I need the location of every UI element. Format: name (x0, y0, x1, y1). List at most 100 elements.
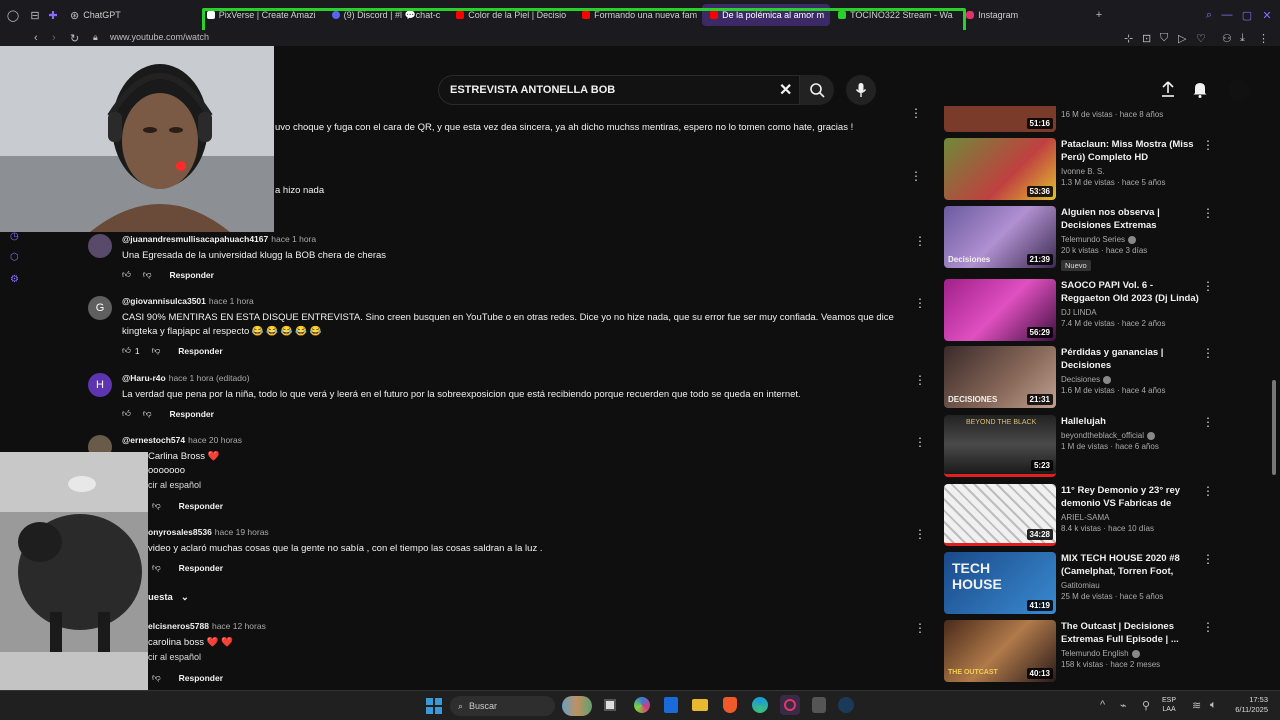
network-icon[interactable]: ⌁ (1120, 699, 1127, 712)
video-thumbnail[interactable]: DECISIONES 21:31 (944, 346, 1056, 408)
heart-icon[interactable]: ♡ (1196, 32, 1206, 45)
comment-author[interactable]: onyrosales8536 (148, 527, 212, 537)
sidebar-extensions-icon[interactable]: ⬡ (10, 252, 19, 263)
dislike-icon[interactable]: 👎︎ (152, 500, 161, 511)
workspaces-icon[interactable]: ⊟ (26, 9, 44, 22)
close-window-icon[interactable]: ✕ (1258, 9, 1276, 22)
sidebar-settings-icon[interactable]: ⚙ (10, 274, 19, 285)
tab-chatgpt[interactable]: ⊛ ChatGPT (62, 4, 129, 26)
comment-author[interactable]: @juanandresmullisacapahuach4167 (122, 234, 268, 244)
video-channel[interactable]: Decisiones (1061, 375, 1201, 384)
more-actions-icon[interactable]: ⋮ (914, 373, 926, 387)
browser-logo-icon[interactable]: ◯ (0, 9, 26, 22)
notifications-button[interactable] (1192, 81, 1208, 103)
comment-time[interactable]: hace 1 hora (271, 234, 316, 244)
steam-icon[interactable] (838, 697, 854, 713)
comment-time[interactable]: hace 1 hora (209, 296, 254, 306)
recommended-video[interactable]: 56:29 SAOCO PAPI Vol. 6 - Reggaeton Old … (944, 279, 1219, 341)
more-actions-icon[interactable]: ⋮ (1202, 346, 1214, 360)
menu-icon[interactable]: ⋮ (1258, 32, 1269, 45)
task-view-icon[interactable] (604, 699, 616, 711)
comment-time[interactable]: hace 19 horas (215, 527, 269, 537)
video-thumbnail[interactable]: 53:36 (944, 138, 1056, 200)
windows-start-icon[interactable] (426, 698, 442, 714)
video-thumbnail[interactable]: BEYOND THE BLACK 5:23 (944, 415, 1056, 477)
dislike-icon[interactable]: 👎︎ (152, 345, 161, 356)
replies-toggle[interactable]: uesta ⌄ (148, 592, 189, 603)
video-thumbnail[interactable]: TECH HOUSE 41:19 (944, 552, 1056, 614)
comment-avatar[interactable]: G (88, 296, 112, 320)
taskbar-search[interactable]: ⌕ Buscar (450, 696, 555, 716)
dislike-icon[interactable]: 👎︎ (152, 562, 161, 573)
recommended-video[interactable]: 34:28 11° Rey Demonio y 23° rey demonio … (944, 484, 1219, 546)
like-icon[interactable]: 👍︎ (122, 345, 131, 356)
more-actions-icon[interactable]: ⋮ (914, 527, 926, 541)
opera-gx-icon[interactable] (780, 695, 800, 715)
comment-time[interactable]: hace 20 horas (188, 435, 242, 445)
recommended-video[interactable]: Decisiones 21:39 Alguien nos observa | De… (944, 206, 1219, 271)
translate-link[interactable]: cir al español (122, 650, 912, 664)
translate-link[interactable]: cir al español (122, 478, 912, 492)
more-actions-icon[interactable]: ⋮ (910, 106, 922, 120)
copilot-icon[interactable] (634, 697, 650, 713)
more-actions-icon[interactable]: ⋮ (1202, 279, 1214, 293)
video-title[interactable]: 11° Rey Demonio y 23° rey demonio VS Fab… (1061, 484, 1201, 510)
chevron-up-icon[interactable]: ^ (1100, 699, 1105, 711)
comment-time[interactable]: hace 1 hora (editado) (169, 373, 250, 383)
recommended-video[interactable]: THE OUTCAST 40:13 The Outcast | Decisione… (944, 620, 1219, 682)
more-actions-icon[interactable]: ⋮ (914, 621, 926, 635)
video-title[interactable]: Hallelujah (1061, 415, 1201, 428)
edge-icon[interactable] (752, 697, 768, 713)
video-title[interactable]: MIX TECH HOUSE 2020 #8 (Camelphat, Torre… (1061, 552, 1201, 578)
account-icon[interactable]: ⚇ (1222, 32, 1232, 45)
wifi-icon[interactable]: ≋ (1192, 699, 1201, 712)
comment-author[interactable]: elcisneros5788 (148, 621, 209, 631)
back-icon[interactable]: ‹ (34, 32, 38, 44)
minimize-icon[interactable]: — (1218, 9, 1236, 21)
search-tabs-icon[interactable]: ⌕ (1200, 9, 1218, 22)
video-thumbnail[interactable]: THE OUTCAST 40:13 (944, 620, 1056, 682)
comment-avatar[interactable]: H (88, 373, 112, 397)
more-actions-icon[interactable]: ⋮ (1202, 206, 1214, 220)
reply-button[interactable]: Responder (179, 673, 223, 683)
video-thumbnail[interactable]: 34:28 (944, 484, 1056, 546)
shield-icon[interactable]: ⛉ (1160, 32, 1168, 45)
tab-pixverse[interactable]: PixVerse | Create Amazi (199, 4, 324, 26)
reload-icon[interactable]: ↻ (70, 32, 79, 45)
file-explorer-icon[interactable] (692, 699, 708, 711)
forward-icon[interactable]: › (52, 32, 56, 44)
search-button[interactable] (800, 75, 834, 105)
more-actions-icon[interactable]: ⋮ (1202, 138, 1214, 152)
like-icon[interactable]: 👍︎ (122, 408, 131, 419)
comment-author[interactable]: @giovannisulca3501 (122, 296, 206, 306)
video-title[interactable]: Alguien nos observa | Decisiones Extrema… (1061, 206, 1201, 232)
video-title[interactable]: Pataclaun: Miss Mostra (Miss Perú) Compl… (1061, 138, 1201, 164)
reply-button[interactable]: Responder (179, 563, 223, 573)
comment-author[interactable]: @ernestoch574 (122, 435, 185, 445)
reply-button[interactable]: Responder (170, 409, 214, 419)
new-tab-icon[interactable]: + (1088, 9, 1110, 21)
brave-icon[interactable] (723, 697, 737, 713)
video-channel[interactable]: beyondtheblack_official (1061, 431, 1201, 440)
voice-search-button[interactable] (846, 75, 876, 105)
recommended-video[interactable]: 51:16 16 M de vistas · hace 8 años (944, 106, 1219, 132)
comment-author[interactable]: @Haru-r4o (122, 373, 166, 383)
tab-instagram[interactable]: Instagram (958, 4, 1026, 26)
dislike-icon[interactable]: 👎︎ (143, 408, 152, 419)
more-actions-icon[interactable]: ⋮ (1202, 415, 1214, 429)
dislike-icon[interactable]: 👎︎ (143, 269, 152, 280)
reply-button[interactable]: Responder (179, 501, 223, 511)
language-indicator[interactable]: ESP LAA (1162, 696, 1176, 714)
url-field[interactable]: www.youtube.com/watch (110, 32, 209, 42)
like-icon[interactable]: 👍︎ (122, 269, 131, 280)
video-channel[interactable]: Telemundo English (1061, 649, 1201, 658)
tab-youtube-1[interactable]: Color de la Piel | Decisio (448, 4, 574, 26)
reply-button[interactable]: Responder (178, 346, 222, 356)
video-thumbnail[interactable]: Decisiones 21:39 (944, 206, 1056, 268)
tab-youtube-2[interactable]: Formando una nueva fam (574, 4, 702, 26)
scrollbar-thumb[interactable] (1272, 380, 1276, 475)
avatar[interactable] (1228, 79, 1250, 101)
clear-search-icon[interactable]: ✕ (779, 80, 792, 100)
more-actions-icon[interactable]: ⋮ (914, 296, 926, 310)
widgets-icon[interactable] (562, 696, 592, 716)
